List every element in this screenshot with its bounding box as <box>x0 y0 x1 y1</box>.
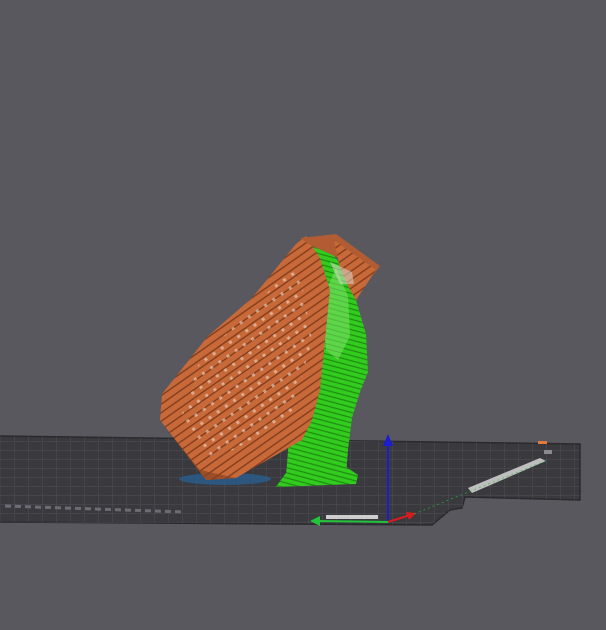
bed-corner-tab <box>544 450 552 454</box>
z-axis-arrow-icon <box>383 434 393 446</box>
axis-label-strip <box>326 515 378 519</box>
y-axis-line <box>317 520 389 523</box>
scene-canvas[interactable] <box>0 0 606 630</box>
bed-corner-marker[interactable] <box>538 441 547 444</box>
3d-viewport[interactable] <box>0 0 606 630</box>
